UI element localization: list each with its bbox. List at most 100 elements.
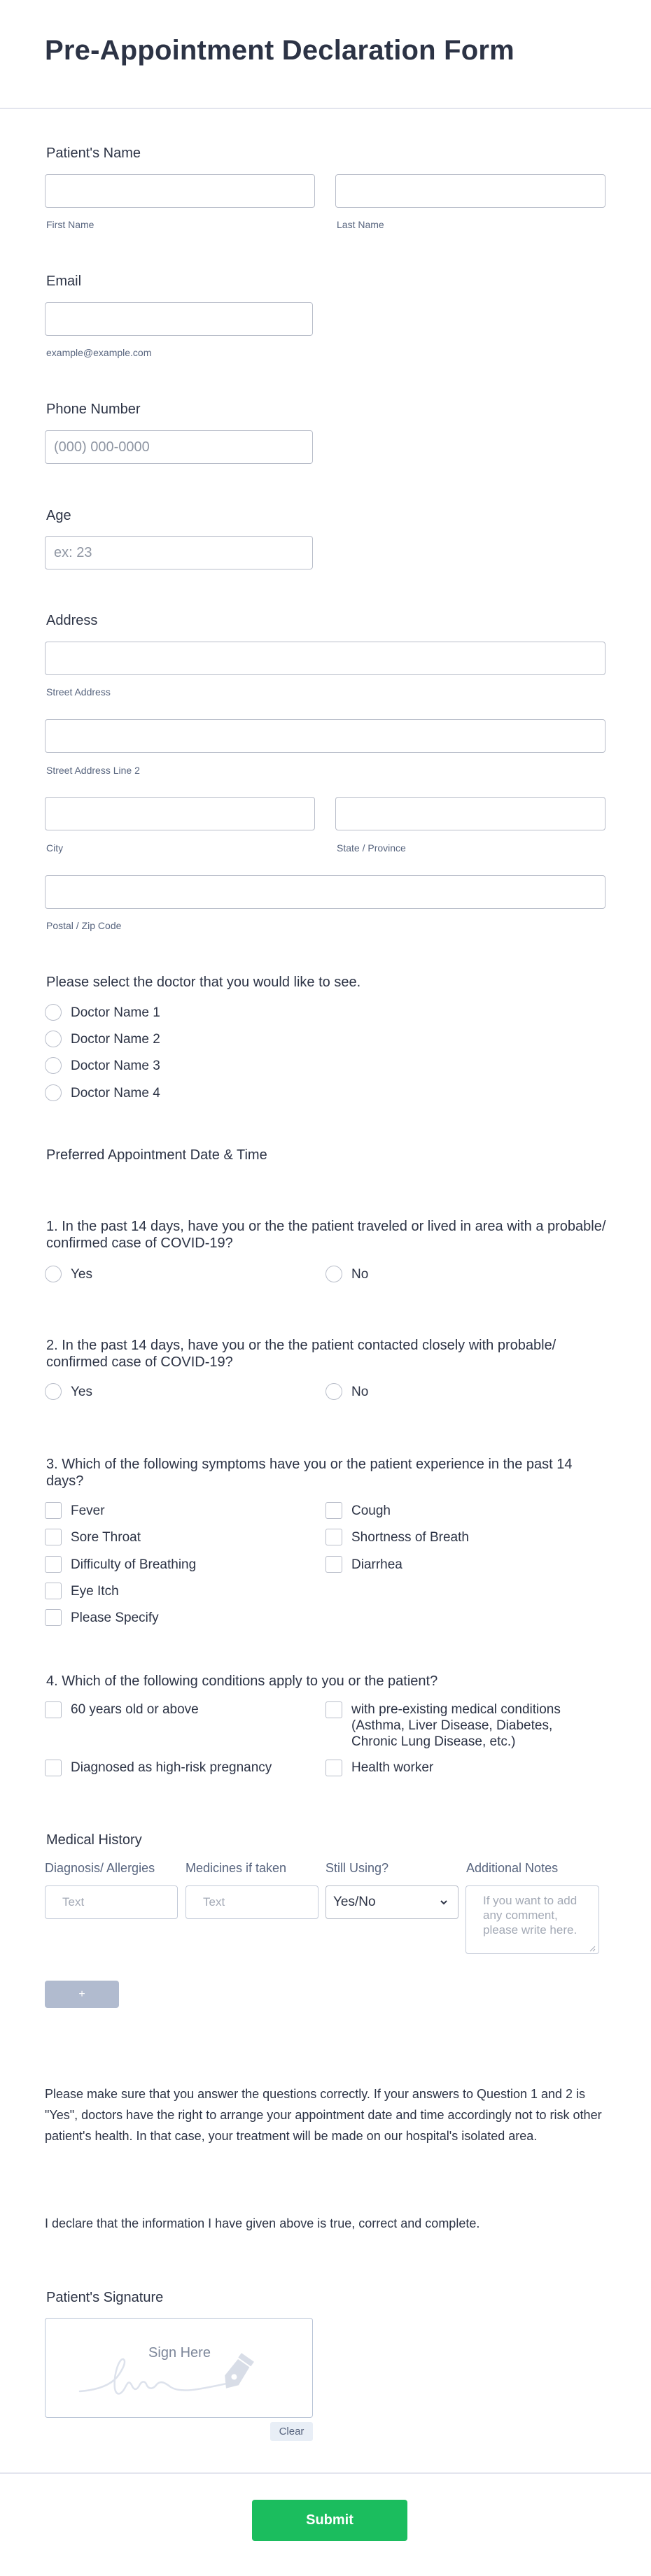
clear-signature-button[interactable]: Clear	[270, 2422, 313, 2441]
option-label: No	[351, 1384, 369, 1399]
doctor-option[interactable]: Doctor Name 4	[45, 1084, 160, 1102]
column-header-diagnosis: Diagnosis/ Allergies	[45, 1861, 155, 1875]
radio-button[interactable]	[45, 1084, 62, 1101]
doctor-option[interactable]: Doctor Name 2	[45, 1030, 160, 1048]
doctor-option[interactable]: Doctor Name 3	[45, 1056, 160, 1075]
checkbox[interactable]	[326, 1701, 342, 1718]
condition-label: 60 years old or above	[71, 1702, 199, 1717]
address-label: Address	[46, 613, 98, 628]
symptom-label: Shortness of Breath	[351, 1529, 469, 1545]
question-2: 2. In the past 14 days, have you or the …	[46, 1338, 556, 1370]
condition-label: with pre-existing medical conditions (As…	[351, 1702, 561, 1749]
state-sublabel: State / Province	[337, 842, 406, 854]
last-name-sublabel: Last Name	[337, 219, 384, 230]
street-address-line2-sublabel: Street Address Line 2	[46, 765, 140, 776]
condition-option[interactable]: Health worker	[326, 1760, 589, 1776]
phone-input[interactable]	[45, 430, 313, 464]
resize-handle-icon[interactable]	[589, 1946, 596, 1952]
doctor-option-label: Doctor Name 1	[71, 1005, 160, 1020]
option-label: Yes	[71, 1384, 92, 1399]
first-name-input[interactable]	[45, 174, 315, 208]
email-input[interactable]	[45, 302, 313, 336]
header-divider	[0, 108, 651, 109]
radio-button[interactable]	[45, 1057, 62, 1074]
condition-option[interactable]: Diagnosed as high-risk pregnancy	[45, 1760, 309, 1776]
additional-notes-textarea[interactable]	[465, 1885, 599, 1954]
symptom-option[interactable]: Diarrhea	[326, 1555, 402, 1573]
email-label: Email	[46, 274, 82, 289]
diagnosis-input[interactable]	[45, 1885, 178, 1919]
radio-button[interactable]	[45, 1031, 62, 1047]
checkbox[interactable]	[326, 1529, 342, 1545]
street-address-sublabel: Street Address	[46, 686, 111, 698]
doctor-option-label: Doctor Name 3	[71, 1058, 160, 1073]
condition-label: Health worker	[351, 1760, 434, 1775]
radio-button[interactable]	[45, 1266, 62, 1282]
radio-button[interactable]	[45, 1004, 62, 1021]
column-header-medicines: Medicines if taken	[186, 1861, 287, 1875]
condition-option[interactable]: 60 years old or above	[45, 1701, 309, 1718]
checkbox[interactable]	[45, 1556, 62, 1573]
symptom-label: Cough	[351, 1503, 391, 1518]
checkbox[interactable]	[45, 1609, 62, 1626]
question-4: 4. Which of the following conditions app…	[46, 1673, 438, 1689]
symptom-label: Eye Itch	[71, 1583, 119, 1599]
medical-history-label: Medical History	[46, 1832, 142, 1848]
state-input[interactable]	[335, 797, 606, 830]
symptom-label: Difficulty of Breathing	[71, 1557, 197, 1572]
chevron-down-icon	[440, 1900, 447, 1905]
symptom-label: Please Specify	[71, 1610, 159, 1625]
radio-button[interactable]	[326, 1383, 342, 1400]
doctor-option-label: Doctor Name 2	[71, 1031, 160, 1047]
street-address-line2-input[interactable]	[45, 719, 606, 753]
condition-option[interactable]: with pre-existing medical conditions (As…	[326, 1701, 582, 1750]
symptom-option[interactable]: Shortness of Breath	[326, 1528, 469, 1546]
column-header-notes: Additional Notes	[466, 1861, 559, 1875]
symptom-option[interactable]: Please Specify	[45, 1608, 159, 1627]
question-1: 1. In the past 14 days, have you or the …	[46, 1219, 606, 1251]
checkbox[interactable]	[326, 1556, 342, 1573]
street-address-input[interactable]	[45, 642, 606, 675]
symptom-label: Diarrhea	[351, 1557, 402, 1572]
doctor-option[interactable]: Doctor Name 1	[45, 1003, 160, 1021]
radio-button[interactable]	[45, 1383, 62, 1400]
still-using-select[interactable]: Yes/No	[326, 1885, 458, 1919]
radio-button[interactable]	[326, 1266, 342, 1282]
age-input[interactable]	[45, 536, 313, 569]
doctor-question: Please select the doctor that you would …	[46, 975, 361, 990]
symptom-option[interactable]: Eye Itch	[45, 1582, 119, 1600]
medicines-input[interactable]	[186, 1885, 318, 1919]
patient-name-label: Patient's Name	[46, 146, 141, 161]
checkbox[interactable]	[45, 1502, 62, 1519]
q2-option-no[interactable]: No	[326, 1382, 368, 1401]
notice-paragraph: Please make sure that you answer the que…	[45, 2087, 602, 2143]
checkbox[interactable]	[45, 1760, 62, 1776]
option-label: Yes	[71, 1266, 92, 1282]
symptom-option[interactable]: Cough	[326, 1501, 391, 1520]
city-sublabel: City	[46, 842, 64, 854]
last-name-input[interactable]	[335, 174, 606, 208]
declaration-text: I declare that the information I have gi…	[45, 2216, 480, 2230]
checkbox[interactable]	[326, 1502, 342, 1519]
city-input[interactable]	[45, 797, 315, 830]
checkbox[interactable]	[45, 1701, 62, 1718]
symptom-option[interactable]: Sore Throat	[45, 1528, 141, 1546]
sign-here-hint: Sign Here	[148, 2345, 211, 2361]
first-name-sublabel: First Name	[46, 219, 94, 230]
add-row-button[interactable]: +	[45, 1981, 119, 2008]
checkbox[interactable]	[326, 1760, 342, 1776]
postal-code-input[interactable]	[45, 875, 606, 909]
form-title: Pre-Appointment Declaration Form	[45, 35, 514, 66]
symptom-label: Fever	[71, 1503, 105, 1518]
q2-option-yes[interactable]: Yes	[45, 1382, 92, 1401]
checkbox[interactable]	[45, 1583, 62, 1599]
symptom-option[interactable]: Difficulty of Breathing	[45, 1555, 196, 1573]
symptom-option[interactable]: Fever	[45, 1501, 105, 1520]
q1-option-no[interactable]: No	[326, 1265, 368, 1283]
q1-option-yes[interactable]: Yes	[45, 1265, 92, 1283]
checkbox[interactable]	[45, 1529, 62, 1545]
postal-code-sublabel: Postal / Zip Code	[46, 920, 122, 931]
submit-button[interactable]: Submit	[252, 2500, 407, 2541]
symptom-label: Sore Throat	[71, 1529, 141, 1545]
signature-pad[interactable]: Sign Here	[45, 2318, 313, 2418]
